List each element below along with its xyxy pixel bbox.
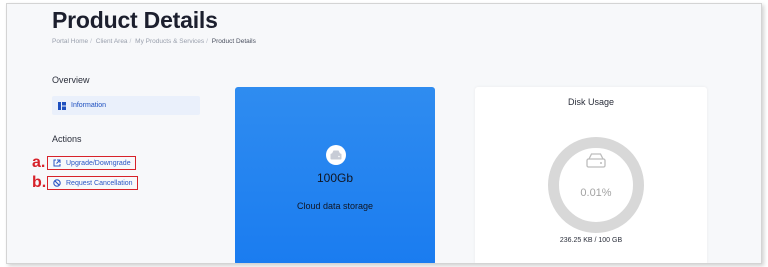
request-cancellation-link[interactable]: Request Cancellation — [47, 176, 138, 190]
breadcrumb-client-area[interactable]: Client Area — [96, 38, 128, 45]
overview-heading: Overview — [52, 75, 90, 85]
sidebar-item-label: Information — [71, 102, 107, 109]
breadcrumb-current: Product Details — [211, 38, 256, 45]
disk-usage-ring — [548, 137, 644, 233]
annotation-marker-a: a. — [32, 154, 46, 171]
disk-usage-amount: 236.25 KB / 100 GB — [559, 237, 623, 244]
disk-usage-percent: 0.01% — [580, 187, 612, 199]
actions-heading: Actions — [52, 134, 82, 144]
external-link-icon — [53, 159, 61, 167]
product-card: 100Gb Cloud data storage — [235, 87, 435, 263]
page-title: Product Details — [52, 7, 218, 33]
disk-usage-title: Disk Usage — [567, 97, 614, 107]
breadcrumb-portal-home[interactable]: Portal Home — [52, 38, 88, 45]
screenshot-frame: Product Details Portal Home / Client Area… — [6, 3, 762, 264]
hard-drive-icon — [586, 153, 606, 168]
disk-usage-card: Disk Usage 0.01% 236.25 KB / 100 GB — [475, 87, 707, 263]
breadcrumb-my-products[interactable]: My Products & Services — [135, 38, 204, 45]
breadcrumb: Portal Home / Client Area / My Products & … — [52, 38, 256, 45]
upgrade-downgrade-label: Upgrade/Downgrade — [66, 159, 131, 167]
grid-icon — [58, 101, 66, 110]
cancel-icon — [53, 179, 61, 187]
hard-drive-icon — [326, 145, 346, 165]
product-size: 100Gb — [316, 171, 354, 185]
sidebar-item-information[interactable]: Information — [52, 96, 200, 115]
request-cancellation-label: Request Cancellation — [66, 179, 133, 187]
upgrade-downgrade-link[interactable]: Upgrade/Downgrade — [47, 156, 136, 170]
product-description: Cloud data storage — [296, 201, 374, 211]
annotation-marker-b: b. — [32, 174, 47, 191]
